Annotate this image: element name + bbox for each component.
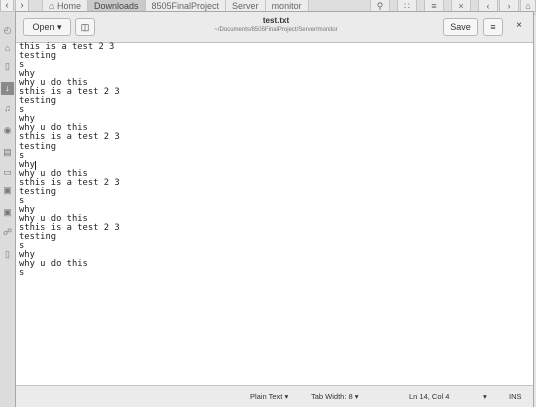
network-icon[interactable]: ☍ — [1, 226, 14, 239]
editor-line: why — [19, 114, 35, 125]
language-label: Plain Text — [250, 392, 283, 401]
editor-line: this is a test 2 3 — [19, 42, 115, 52]
music-icon[interactable]: ♫ — [1, 102, 14, 115]
editor-line: why — [19, 204, 35, 215]
downloads-icon[interactable]: ↓ — [1, 82, 14, 95]
editor-line: sthis is a test 2 3 — [19, 87, 120, 98]
trash-icon[interactable]: ▭ — [1, 166, 14, 179]
gedit-window: Open ▾ ◫ test.txt ~/Documents/8505FinalP… — [15, 11, 534, 407]
editor-line: sthis is a test 2 3 — [19, 222, 120, 233]
hamburger-menu-button[interactable]: ≡ — [483, 18, 503, 36]
hamburger-icon: ≡ — [490, 22, 496, 32]
editor-line: why u do this — [19, 259, 88, 270]
cursor-position[interactable]: Ln 14, Col 4 — [409, 392, 449, 401]
open-button[interactable]: Open ▾ — [23, 18, 71, 36]
language-selector[interactable]: Plain Text ▾ — [250, 392, 288, 401]
status-bar: Plain Text ▾ Tab Width: 8 ▾ Ln 14, Col 4… — [16, 385, 533, 407]
open-label: Open — [32, 22, 55, 32]
editor-line: why — [19, 159, 36, 170]
disk-icon[interactable]: ▣ — [1, 206, 14, 219]
editor-line: s — [19, 241, 25, 252]
back-icon[interactable]: ‹ — [0, 0, 14, 12]
editor-line: testing — [19, 186, 57, 197]
document-path: ~/Documents/8505FinalProject/Server/moni… — [214, 27, 338, 33]
file-manager-sidebar: ◴ ⌂ ▯ ↓ ♫ ◉ ▤ ▭ ▣ ▣ ☍ ▯ — [0, 14, 16, 407]
tab-width-label: Tab Width: 8 — [311, 392, 353, 401]
editor-line: testing — [19, 231, 57, 242]
editor-line: s — [19, 268, 25, 279]
other-locations-icon[interactable]: ▯ — [1, 248, 14, 261]
language-chevron-icon: ▾ — [284, 392, 289, 401]
editor-line: testing — [19, 96, 57, 107]
close-window-icon: × — [516, 20, 522, 31]
editor-line: s — [19, 195, 25, 206]
editor-line: why — [19, 69, 35, 80]
header-bar: Open ▾ ◫ test.txt ~/Documents/8505FinalP… — [16, 12, 533, 43]
pictures-icon[interactable]: ◉ — [1, 124, 14, 137]
editor-line: s — [19, 150, 25, 161]
documents-icon[interactable]: ▯ — [1, 60, 14, 73]
editor-line: s — [19, 60, 25, 71]
home-icon: ⌂ — [49, 1, 55, 11]
editor-line: s — [19, 105, 25, 116]
new-tab-button[interactable]: ◫ — [75, 18, 95, 36]
videos-icon[interactable]: ▤ — [1, 146, 14, 159]
editor-line: sthis is a test 2 3 — [19, 177, 120, 188]
chevron-down-icon: ▾ — [57, 22, 62, 32]
editor-line: why — [19, 250, 35, 261]
editor-line: sthis is a test 2 3 — [19, 132, 120, 143]
position-label: Ln 14, Col 4 — [409, 392, 450, 401]
position-chevron-icon[interactable]: ▾ — [483, 392, 487, 401]
home-place-icon[interactable]: ⌂ — [1, 42, 14, 55]
save-button[interactable]: Save — [443, 18, 478, 36]
text-editor[interactable]: this is a test 2 3 testing s why why u do th… — [19, 42, 529, 385]
new-tab-icon: ◫ — [80, 22, 90, 32]
document-title: test.txt — [262, 16, 290, 25]
tab-width-selector[interactable]: Tab Width: 8 ▾ — [311, 392, 359, 401]
insert-mode[interactable]: INS — [509, 392, 522, 401]
editor-line: testing — [19, 141, 57, 152]
editor-line: testing — [19, 51, 57, 62]
close-window-button[interactable]: × — [510, 18, 528, 36]
drive-icon[interactable]: ▣ — [1, 184, 14, 197]
recent-icon[interactable]: ◴ — [1, 24, 14, 37]
tab-width-chevron-icon: ▾ — [354, 392, 359, 401]
